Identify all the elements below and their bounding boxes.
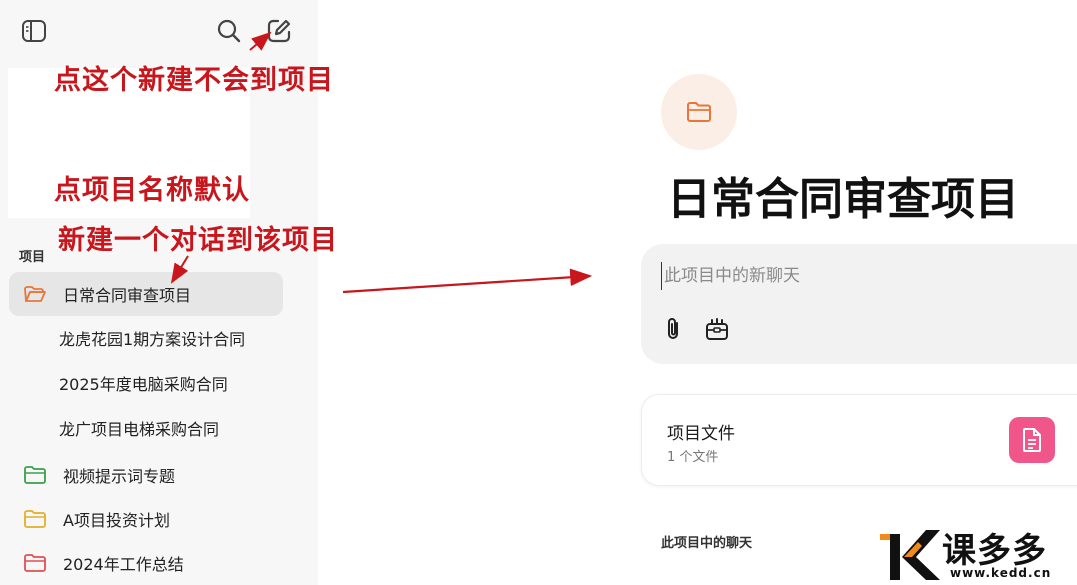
project-label: 日常合同审查项目 xyxy=(63,286,192,305)
conversation-item[interactable]: 2025年度电脑采购合同 xyxy=(59,370,274,400)
project-files-card[interactable]: 项目文件 1 个文件 xyxy=(641,394,1077,486)
conversation-item[interactable]: 龙广项目电梯采购合同 xyxy=(59,415,274,445)
brand-url: www.kedd.cn xyxy=(950,566,1052,580)
annotation-note: 新建一个对话到该项目 xyxy=(58,225,338,256)
chats-section-heading: 此项目中的聊天 xyxy=(661,536,753,551)
brand-watermark: 课多多 www.kedd.cn xyxy=(878,522,1077,585)
brand-name: 课多多 xyxy=(942,531,1047,571)
project-files-title: 项目文件 xyxy=(667,424,735,444)
page-title: 日常合同审查项目 xyxy=(667,174,1019,225)
chat-composer xyxy=(641,244,1077,364)
composer-input[interactable] xyxy=(661,262,1066,290)
folder-icon xyxy=(23,553,51,573)
toolbox-icon[interactable] xyxy=(704,316,730,342)
project-item[interactable]: A项目投资计划 xyxy=(9,497,283,541)
conversation-item[interactable]: 龙虎花园1期方案设计合同 xyxy=(59,325,274,355)
projects-section-label: 项目 xyxy=(19,250,46,265)
project-folder-badge xyxy=(661,74,737,150)
project-label: 视频提示词专题 xyxy=(63,467,176,486)
new-chat-icon[interactable] xyxy=(264,16,294,46)
brand-logo-icon xyxy=(880,530,940,580)
folder-icon xyxy=(23,509,51,529)
annotation-note: 点项目名称默认 xyxy=(54,175,250,206)
folder-icon xyxy=(687,102,711,122)
project-item-active[interactable]: 日常合同审查项目 xyxy=(9,272,283,316)
folder-open-icon xyxy=(23,284,51,304)
project-label: 2024年工作总结 xyxy=(63,555,184,574)
document-icon xyxy=(1009,417,1055,463)
paperclip-icon[interactable] xyxy=(661,316,687,342)
folder-icon xyxy=(23,465,51,485)
sidebar-toggle-icon[interactable] xyxy=(19,16,49,46)
project-label: A项目投资计划 xyxy=(63,511,170,530)
search-icon[interactable] xyxy=(214,16,244,46)
annotation-note: 点这个新建不会到项目 xyxy=(54,65,334,96)
project-item[interactable]: 视频提示词专题 xyxy=(9,453,283,497)
project-item[interactable]: 2024年工作总结 xyxy=(9,541,283,585)
project-files-count: 1 个文件 xyxy=(667,450,719,465)
